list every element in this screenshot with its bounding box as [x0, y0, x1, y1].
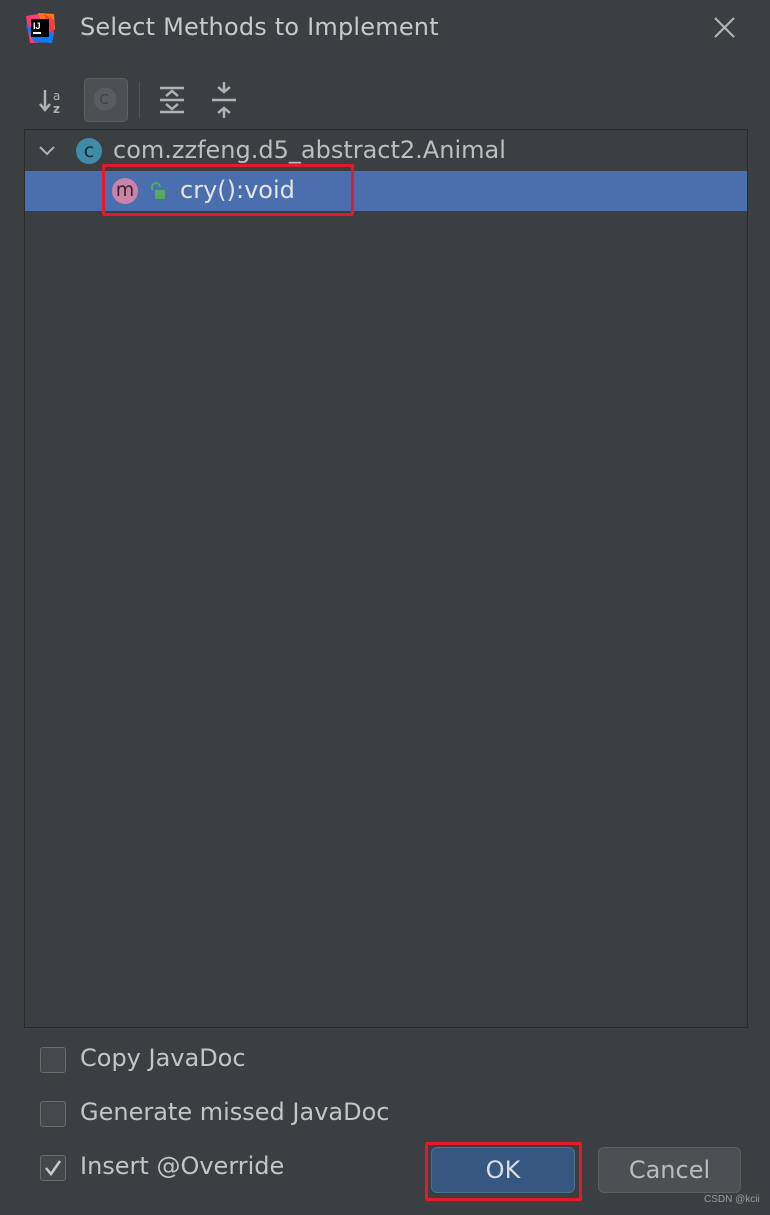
generate-javadoc-checkbox[interactable] — [40, 1101, 66, 1127]
svg-text:IJ: IJ — [33, 21, 41, 31]
close-icon[interactable] — [708, 12, 740, 44]
insert-override-label: Insert @Override — [80, 1152, 285, 1180]
copy-javadoc-label: Copy JavaDoc — [80, 1044, 246, 1072]
generate-javadoc-label: Generate missed JavaDoc — [80, 1098, 390, 1126]
method-icon: m — [112, 178, 138, 204]
public-lock-icon — [151, 182, 165, 199]
sort-alphabetically-icon[interactable]: a z — [32, 78, 76, 122]
watermark: CSDN @kcii — [704, 1194, 760, 1205]
expand-all-icon[interactable] — [150, 78, 194, 122]
svg-text:C: C — [99, 93, 108, 108]
toolbar-separator — [139, 82, 140, 118]
class-toggle-icon[interactable]: C — [84, 78, 128, 122]
checkmark-icon — [45, 1160, 62, 1177]
ok-button[interactable]: OK — [431, 1147, 575, 1193]
class-name-label: com.zzfeng.d5_abstract2.Animal — [113, 136, 506, 164]
cancel-button[interactable]: Cancel — [598, 1147, 741, 1193]
insert-override-checkbox[interactable] — [40, 1155, 66, 1181]
svg-text:a: a — [53, 89, 60, 103]
copy-javadoc-checkbox[interactable] — [40, 1047, 66, 1073]
class-icon: c — [76, 138, 102, 164]
dialog-title: Select Methods to Implement — [80, 13, 439, 41]
tree-method-node[interactable]: m cry():void — [25, 171, 747, 211]
method-name-label: cry():void — [180, 176, 295, 204]
intellij-idea-icon: IJ — [26, 13, 55, 43]
svg-text:z: z — [53, 102, 60, 116]
tree-class-node[interactable]: c com.zzfeng.d5_abstract2.Animal — [25, 131, 747, 171]
chevron-down-icon[interactable] — [37, 141, 57, 161]
dialog-toolbar: a z C — [0, 74, 770, 126]
dialog-titlebar: IJ Select Methods to Implement — [0, 0, 770, 58]
method-tree[interactable]: c com.zzfeng.d5_abstract2.Animal m cry()… — [24, 129, 748, 1028]
collapse-all-icon[interactable] — [202, 78, 246, 122]
